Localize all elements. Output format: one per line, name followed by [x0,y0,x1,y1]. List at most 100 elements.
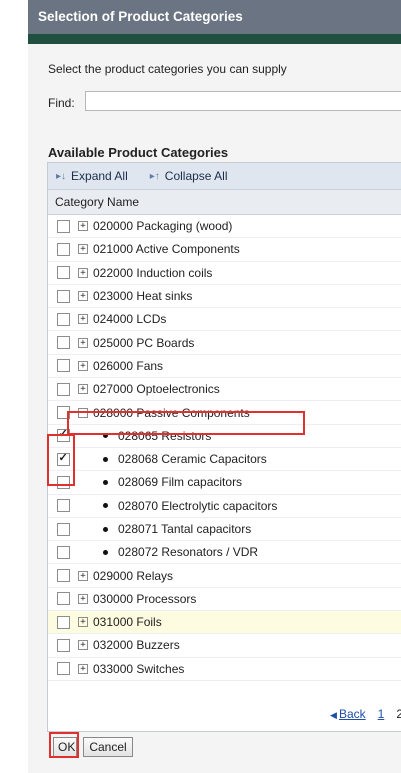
category-checkbox[interactable] [57,451,70,466]
expand-all-label: Expand All [71,169,128,183]
category-row[interactable]: −028000 Passive Components [48,401,401,425]
expand-toggle-icon[interactable]: + [78,291,88,302]
expand-all-button[interactable]: ▸↓ Expand All [56,169,128,183]
category-checkbox[interactable] [57,522,70,536]
expand-toggle-icon[interactable]: + [78,570,88,581]
bullet-icon [103,456,108,462]
category-row[interactable]: +020000 Packaging (wood) [48,215,401,239]
category-row[interactable]: +031000 Foils [48,611,401,635]
collapse-toggle-icon[interactable]: − [78,407,88,418]
category-checkbox[interactable] [57,569,70,583]
category-row[interactable]: +033000 Switches [48,658,401,681]
category-checkbox[interactable] [57,359,70,373]
bullet-icon [103,433,108,439]
title-accent-bar [28,34,401,44]
expand-toggle-icon[interactable]: + [78,663,88,674]
category-checkbox[interactable] [57,219,70,233]
category-label: 033000 Switches [93,661,185,676]
expand-toggle-icon[interactable]: + [78,617,88,628]
column-header-category-name[interactable]: Category Name [48,190,401,215]
collapse-all-icon: ▸↑ [149,170,160,182]
category-checkbox[interactable] [57,312,70,326]
category-row[interactable]: +026000 Fans [48,355,401,379]
category-label: 022000 Induction coils [93,265,213,280]
pager-page-1-link[interactable]: 1 [378,707,385,721]
expand-toggle-icon[interactable]: + [78,593,88,604]
category-checkbox[interactable] [57,336,70,350]
category-row[interactable]: 028068 Ceramic Capacitors [48,448,401,472]
expand-toggle-icon[interactable]: + [78,244,88,255]
category-row[interactable]: +021000 Active Components [48,238,401,262]
category-row[interactable]: 028065 Resistors [48,425,401,448]
category-label: 023000 Heat sinks [93,289,193,304]
bullet-icon [103,526,108,532]
bullet-icon [103,549,108,555]
expand-toggle-icon[interactable]: + [78,314,88,325]
category-list: +020000 Packaging (wood) +021000 Active C… [48,215,401,681]
category-label: 020000 Packaging (wood) [93,219,233,234]
category-label: 028071 Tantal capacitors [118,522,252,536]
dialog-title: Selection of Product Categories [28,0,401,34]
category-checkbox[interactable] [57,266,70,280]
category-row[interactable]: 028069 Film capacitors [48,471,401,495]
category-checkbox[interactable] [57,382,70,396]
cancel-button[interactable]: Cancel [83,737,133,757]
category-checkbox[interactable] [57,475,70,489]
section-title: Available Product Categories [48,145,229,160]
category-row[interactable]: 028071 Tantal capacitors [48,518,401,542]
category-label: 030000 Processors [93,591,197,606]
bullet-icon [103,503,108,509]
category-row[interactable]: +025000 PC Boards [48,331,401,355]
category-label: 029000 Relays [93,568,174,583]
category-checkbox[interactable] [57,592,70,606]
category-label: 021000 Active Components [93,242,240,257]
find-input[interactable] [85,91,401,111]
category-tree-panel: ▸↓ Expand All ▸↑ Collapse All Category N… [47,162,401,732]
category-row[interactable]: +024000 LCDs [48,308,401,332]
category-label: 025000 PC Boards [93,335,195,350]
category-label: 032000 Buzzers [93,638,180,653]
left-triangle-icon: ◀ [330,710,337,720]
ok-button[interactable]: OK [53,737,77,757]
find-label: Find: [48,96,75,110]
pager-back-link[interactable]: Back [339,707,366,721]
category-checkbox[interactable] [57,289,70,303]
expand-toggle-icon[interactable]: + [78,384,88,395]
category-checkbox[interactable] [57,615,70,629]
expand-toggle-icon[interactable]: + [78,337,88,348]
category-row[interactable]: +022000 Induction coils [48,262,401,285]
selection-dialog: Select the product categories you can su… [28,44,401,773]
category-row[interactable]: +032000 Buzzers [48,634,401,658]
category-row[interactable]: 028072 Resonators / VDR [48,541,401,565]
category-label: 028000 Passive Components [93,405,250,420]
expand-toggle-icon[interactable]: + [78,640,88,651]
category-row[interactable]: 028070 Electrolytic capacitors [48,495,401,518]
category-row[interactable]: +023000 Heat sinks [48,285,401,309]
category-label: 028072 Resonators / VDR [118,545,259,560]
bullet-icon [103,479,108,485]
category-checkbox[interactable] [57,242,70,256]
expand-toggle-icon[interactable]: + [78,360,88,371]
category-checkbox[interactable] [57,545,70,559]
category-checkbox[interactable] [57,638,70,652]
pager: ◀Back 12 [48,707,401,721]
category-row[interactable]: +030000 Processors [48,588,401,612]
tree-toolbar: ▸↓ Expand All ▸↑ Collapse All [48,163,401,190]
pager-page-2[interactable]: 2 [396,707,401,721]
category-label: 028065 Resistors [118,428,212,443]
category-label: 028068 Ceramic Capacitors [118,452,267,467]
expand-all-icon: ▸↓ [56,170,67,182]
category-checkbox[interactable] [57,499,70,513]
collapse-all-button[interactable]: ▸↑ Collapse All [150,169,228,183]
category-row[interactable]: +027000 Optoelectronics [48,378,401,402]
category-label: 024000 LCDs [93,312,167,327]
category-checkbox[interactable] [57,406,70,420]
instruction-text: Select the product categories you can su… [48,62,287,76]
category-row[interactable]: +029000 Relays [48,564,401,588]
expand-toggle-icon[interactable]: + [78,221,88,232]
category-label: 031000 Foils [93,615,162,630]
category-checkbox[interactable] [57,427,70,443]
expand-toggle-icon[interactable]: + [78,267,88,278]
category-label: 028070 Electrolytic capacitors [118,498,278,513]
category-checkbox[interactable] [57,662,70,676]
